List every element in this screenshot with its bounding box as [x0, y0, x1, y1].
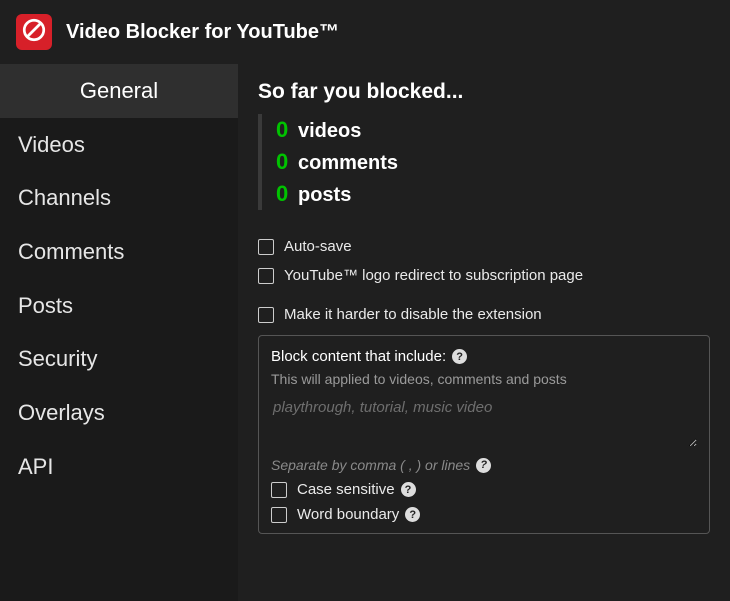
stat-line-videos: 0 videos	[276, 114, 710, 146]
checkbox-label: Case sensitive	[297, 481, 395, 498]
checkbox-logo-redirect[interactable]: YouTube™ logo redirect to subscription p…	[258, 267, 710, 284]
checkbox-box	[271, 507, 287, 523]
checkbox-harder-disable[interactable]: Make it harder to disable the extension	[258, 306, 710, 323]
sidebar-item-label: Security	[18, 346, 97, 371]
checkbox-word-boundary[interactable]: Word boundary ?	[271, 506, 697, 523]
sidebar-item-label: Posts	[18, 293, 73, 318]
stat-count: 0	[276, 146, 290, 178]
panel-title-text: Block content that include:	[271, 348, 446, 365]
sidebar-item-label: Overlays	[18, 400, 105, 425]
stats-title: So far you blocked...	[258, 80, 710, 104]
checkbox-box	[258, 239, 274, 255]
sidebar-item-api[interactable]: API	[0, 440, 238, 494]
sidebar-item-label: Videos	[18, 132, 85, 157]
stat-label: videos	[298, 117, 361, 146]
help-icon[interactable]: ?	[401, 482, 416, 497]
checkbox-auto-save[interactable]: Auto-save	[258, 238, 710, 255]
sidebar-item-label: Channels	[18, 185, 111, 210]
stat-line-comments: 0 comments	[276, 146, 710, 178]
sidebar-item-videos[interactable]: Videos	[0, 118, 238, 172]
app-title: Video Blocker for YouTube™	[66, 21, 339, 44]
stat-count: 0	[276, 114, 290, 146]
stat-count: 0	[276, 178, 290, 210]
sidebar-item-label: Comments	[18, 239, 124, 264]
separator-hint-text: Separate by comma ( , ) or lines	[271, 457, 470, 473]
sidebar-item-label: General	[80, 78, 158, 103]
help-icon[interactable]: ?	[405, 507, 420, 522]
content-general: So far you blocked... 0 videos 0 comment…	[238, 64, 730, 601]
sidebar-item-label: API	[18, 454, 53, 479]
checkbox-box	[258, 268, 274, 284]
checkbox-label: Word boundary	[297, 506, 399, 523]
keyword-panel-title: Block content that include: ?	[271, 348, 697, 365]
sidebar-item-comments[interactable]: Comments	[0, 225, 238, 279]
block-icon	[21, 17, 47, 47]
stat-label: posts	[298, 181, 351, 210]
sidebar-item-security[interactable]: Security	[0, 332, 238, 386]
sidebar-item-channels[interactable]: Channels	[0, 171, 238, 225]
keyword-input[interactable]	[271, 395, 697, 447]
checkbox-case-sensitive[interactable]: Case sensitive ?	[271, 481, 697, 498]
checkbox-label: YouTube™ logo redirect to subscription p…	[284, 267, 583, 284]
sidebar-item-posts[interactable]: Posts	[0, 279, 238, 333]
keyword-panel: Block content that include: ? This will …	[258, 335, 710, 534]
stat-label: comments	[298, 149, 398, 178]
help-icon[interactable]: ?	[476, 458, 491, 473]
sidebar-item-overlays[interactable]: Overlays	[0, 386, 238, 440]
keyword-panel-desc: This will applied to videos, comments an…	[271, 371, 697, 387]
sidebar: General Videos Channels Comments Posts S…	[0, 64, 238, 601]
app-header: Video Blocker for YouTube™	[0, 0, 730, 64]
checkbox-box	[258, 307, 274, 323]
checkbox-box	[271, 482, 287, 498]
stats-list: 0 videos 0 comments 0 posts	[258, 114, 710, 210]
separator-hint: Separate by comma ( , ) or lines ?	[271, 457, 697, 473]
stat-line-posts: 0 posts	[276, 178, 710, 210]
app-logo	[16, 14, 52, 50]
sidebar-item-general[interactable]: General	[0, 64, 238, 118]
help-icon[interactable]: ?	[452, 349, 467, 364]
checkbox-label: Auto-save	[284, 238, 352, 255]
checkbox-label: Make it harder to disable the extension	[284, 306, 542, 323]
